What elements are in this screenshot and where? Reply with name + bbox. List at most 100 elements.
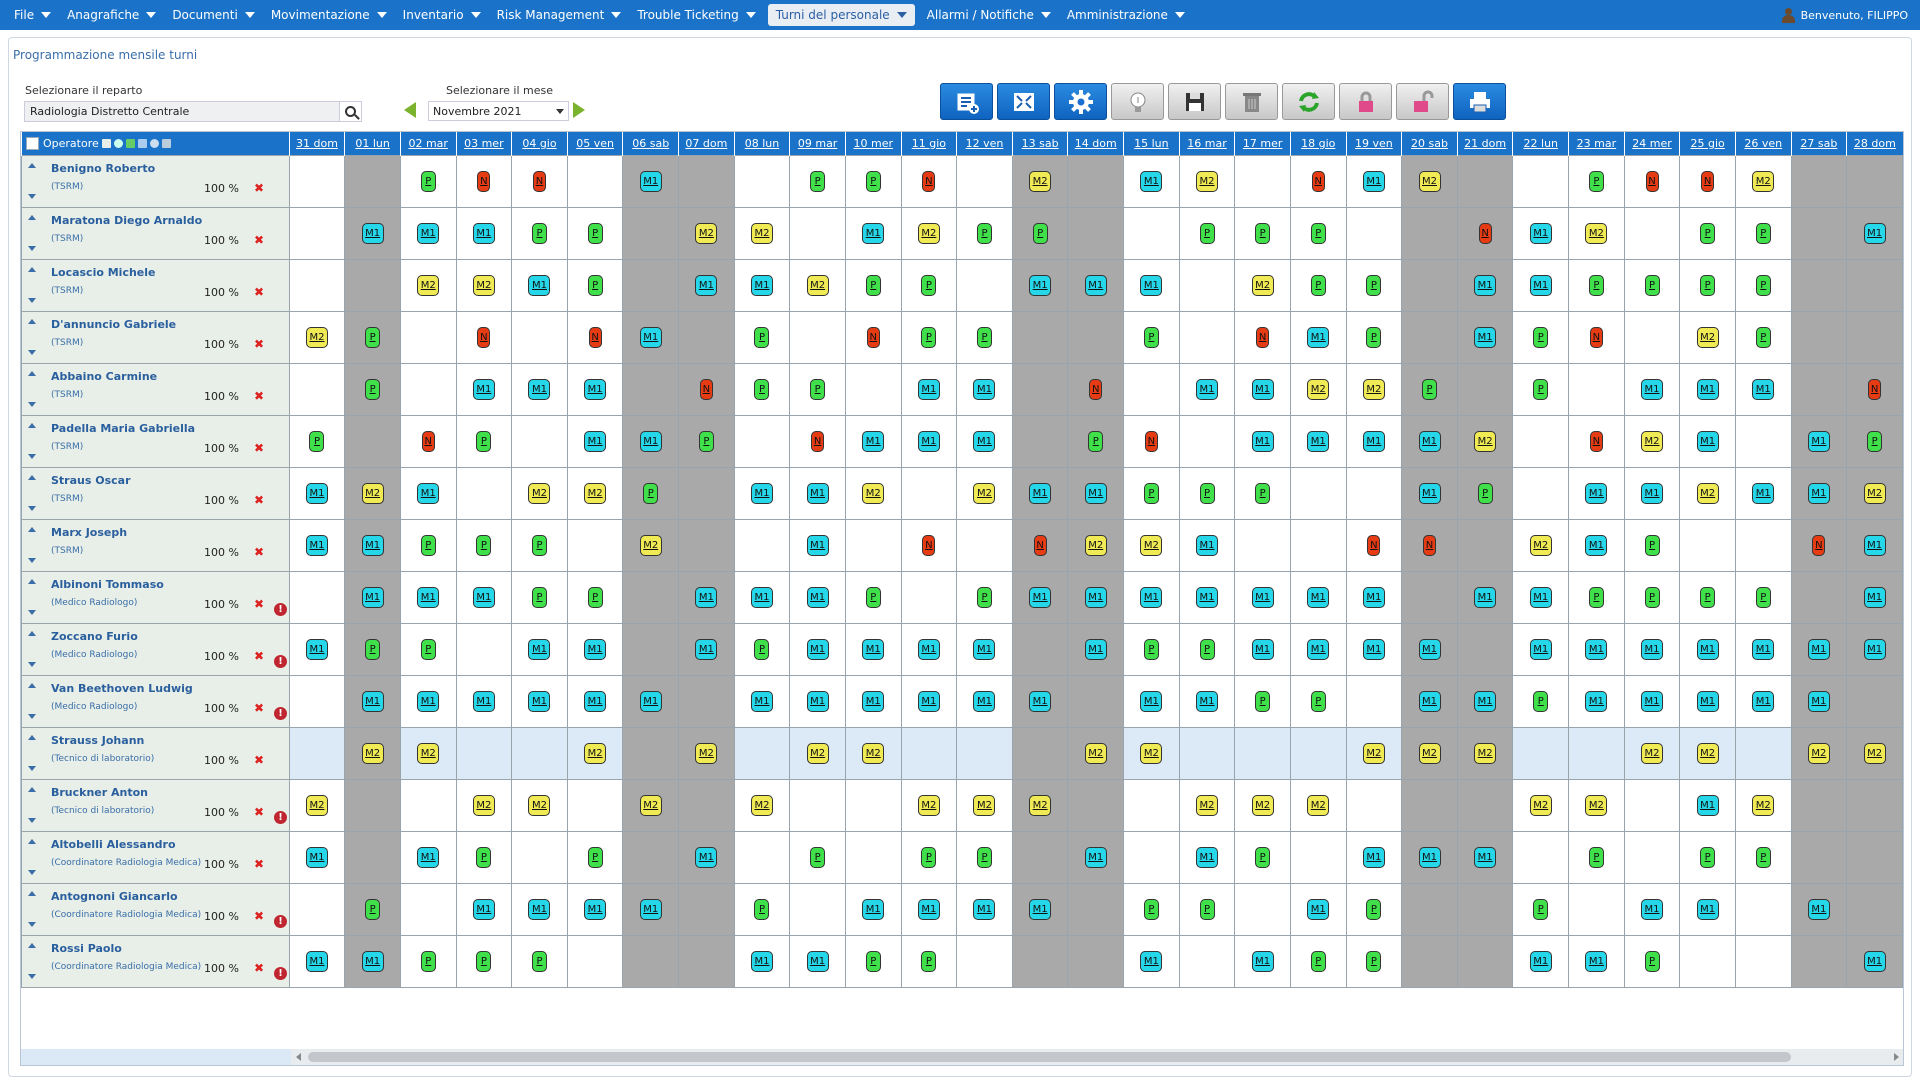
shift-cell[interactable] — [1790, 830, 1848, 884]
shift-cell[interactable]: M1 — [1790, 466, 1848, 520]
shift-cell[interactable]: M1 — [900, 882, 958, 936]
shift-cell[interactable] — [1568, 362, 1625, 416]
shift-badge-m1[interactable]: M1 — [417, 846, 440, 868]
shift-badge-m1[interactable]: M1 — [472, 690, 495, 712]
move-up-icon[interactable] — [28, 422, 36, 428]
shift-cell[interactable] — [399, 362, 457, 416]
shift-cell[interactable]: M2 — [1846, 726, 1903, 780]
shift-badge-n[interactable]: N — [1589, 326, 1603, 348]
shift-badge-n[interactable]: N — [1256, 326, 1270, 348]
day-header[interactable]: 13 sab — [1011, 132, 1068, 155]
shift-cell[interactable]: M2 — [1623, 414, 1681, 468]
shift-cell[interactable] — [733, 830, 791, 884]
shift-cell[interactable]: N — [678, 362, 735, 416]
shift-cell[interactable]: M2 — [1345, 726, 1403, 780]
dept-field[interactable]: Radiologia Distretto Centrale — [24, 101, 362, 122]
shift-badge-p[interactable]: P — [810, 378, 826, 400]
shift-cell[interactable] — [1846, 882, 1903, 936]
shift-badge-m2[interactable]: M2 — [917, 794, 940, 816]
shift-badge-p[interactable]: P — [531, 950, 547, 972]
shift-badge-m1[interactable]: M1 — [305, 950, 328, 972]
shift-cell[interactable]: M1 — [566, 882, 624, 936]
shift-badge-p[interactable]: P — [365, 898, 381, 920]
shift-cell[interactable] — [1178, 934, 1236, 988]
remove-operator-icon[interactable]: ✖ — [254, 597, 264, 611]
shift-badge-m1[interactable]: M1 — [1474, 326, 1497, 348]
shift-badge-m1[interactable]: M1 — [917, 690, 940, 712]
shift-cell[interactable]: M2 — [1067, 726, 1125, 780]
shift-cell[interactable]: P — [956, 206, 1013, 260]
shift-cell[interactable]: M2 — [1011, 154, 1069, 208]
shift-badge-m1[interactable]: M1 — [1251, 430, 1274, 452]
operator-row[interactable]: Marx Joseph (TSRM) 100 % ✖ M1 M1 P P P M2 M1 N N M2 M2… — [21, 518, 1903, 572]
list-add-button[interactable] — [940, 83, 993, 120]
shift-badge-m1[interactable]: M1 — [1196, 690, 1218, 712]
shift-badge-n[interactable]: N — [1144, 430, 1158, 452]
shift-badge-m2[interactable]: M2 — [1307, 794, 1330, 816]
shift-badge-p[interactable]: P — [365, 638, 381, 660]
shift-badge-m1[interactable]: M1 — [1251, 950, 1274, 972]
shift-cell[interactable]: M1 — [511, 362, 568, 416]
shift-badge-m2[interactable]: M2 — [1251, 794, 1274, 816]
day-header[interactable]: 03 mer — [455, 132, 512, 155]
shift-cell[interactable] — [1067, 154, 1125, 208]
shift-badge-p[interactable]: P — [531, 586, 547, 608]
shift-cell[interactable]: M1 — [399, 570, 457, 624]
shift-badge-n[interactable]: N — [1367, 534, 1381, 556]
shift-badge-p[interactable]: P — [865, 274, 881, 296]
move-up-icon[interactable] — [28, 526, 36, 532]
shift-badge-m1[interactable]: M1 — [361, 534, 384, 556]
shift-badge-p[interactable]: P — [1255, 482, 1271, 504]
shift-cell[interactable]: M2 — [900, 206, 958, 260]
shift-badge-p[interactable]: P — [531, 222, 547, 244]
shift-badge-p[interactable]: P — [1755, 326, 1771, 348]
shift-cell[interactable]: P — [344, 362, 401, 416]
shift-badge-m1[interactable]: M1 — [1029, 274, 1052, 296]
shift-cell[interactable] — [1178, 726, 1236, 780]
shift-cell[interactable]: M2 — [1790, 726, 1848, 780]
shift-badge-p[interactable]: P — [1143, 482, 1159, 504]
shift-cell[interactable]: M2 — [1345, 362, 1403, 416]
shift-badge-m1[interactable]: M1 — [973, 430, 996, 452]
shift-cell[interactable] — [678, 154, 735, 208]
shift-cell[interactable]: M2 — [1123, 726, 1180, 780]
shift-cell[interactable]: P — [455, 934, 513, 988]
operator-row[interactable]: Rossi Paolo (Coordinatore Radiologia Medi… — [21, 934, 1903, 988]
shift-badge-m2[interactable]: M2 — [917, 222, 940, 244]
shift-cell[interactable] — [1345, 466, 1403, 520]
shift-cell[interactable] — [733, 154, 791, 208]
shift-badge-p[interactable]: P — [1644, 950, 1660, 972]
shift-cell[interactable]: P — [1734, 570, 1792, 624]
shift-cell[interactable]: P — [956, 830, 1013, 884]
move-down-icon[interactable] — [28, 401, 36, 407]
shift-cell[interactable]: N — [1234, 310, 1291, 364]
shift-cell[interactable]: M1 — [1623, 622, 1681, 676]
shift-cell[interactable]: M1 — [1401, 414, 1458, 468]
operator-name[interactable]: Rossi Paolo — [51, 942, 122, 955]
shift-cell[interactable]: P — [1178, 206, 1236, 260]
shift-badge-m1[interactable]: M1 — [1752, 638, 1775, 660]
shift-badge-p[interactable]: P — [1533, 326, 1549, 348]
shift-badge-m2[interactable]: M2 — [1196, 794, 1218, 816]
shift-cell[interactable]: M2 — [1456, 414, 1514, 468]
shift-cell[interactable]: M1 — [1568, 518, 1625, 572]
shift-cell[interactable] — [1067, 674, 1125, 728]
shift-cell[interactable]: P — [1345, 882, 1403, 936]
shift-badge-p[interactable]: P — [1143, 898, 1159, 920]
shift-cell[interactable]: M2 — [1568, 778, 1625, 832]
shift-badge-m1[interactable]: M1 — [973, 638, 996, 660]
shift-cell[interactable]: N — [1011, 518, 1069, 572]
shift-cell[interactable]: P — [1123, 882, 1180, 936]
shift-cell[interactable]: N — [1289, 154, 1347, 208]
shift-badge-m1[interactable]: M1 — [639, 898, 662, 920]
shift-cell[interactable]: M1 — [900, 674, 958, 728]
shift-cell[interactable]: M1 — [1679, 674, 1736, 728]
operator-row[interactable]: Antognoni Giancarlo (Coordinatore Radiolo… — [21, 882, 1903, 936]
shift-badge-p[interactable]: P — [420, 534, 436, 556]
shift-cell[interactable] — [1512, 830, 1570, 884]
shift-cell[interactable] — [1456, 934, 1514, 988]
shift-badge-p[interactable]: P — [1644, 586, 1660, 608]
shift-badge-n[interactable]: N — [588, 326, 602, 348]
shift-cell[interactable]: M1 — [733, 570, 791, 624]
day-header[interactable]: 09 mar — [789, 132, 846, 155]
